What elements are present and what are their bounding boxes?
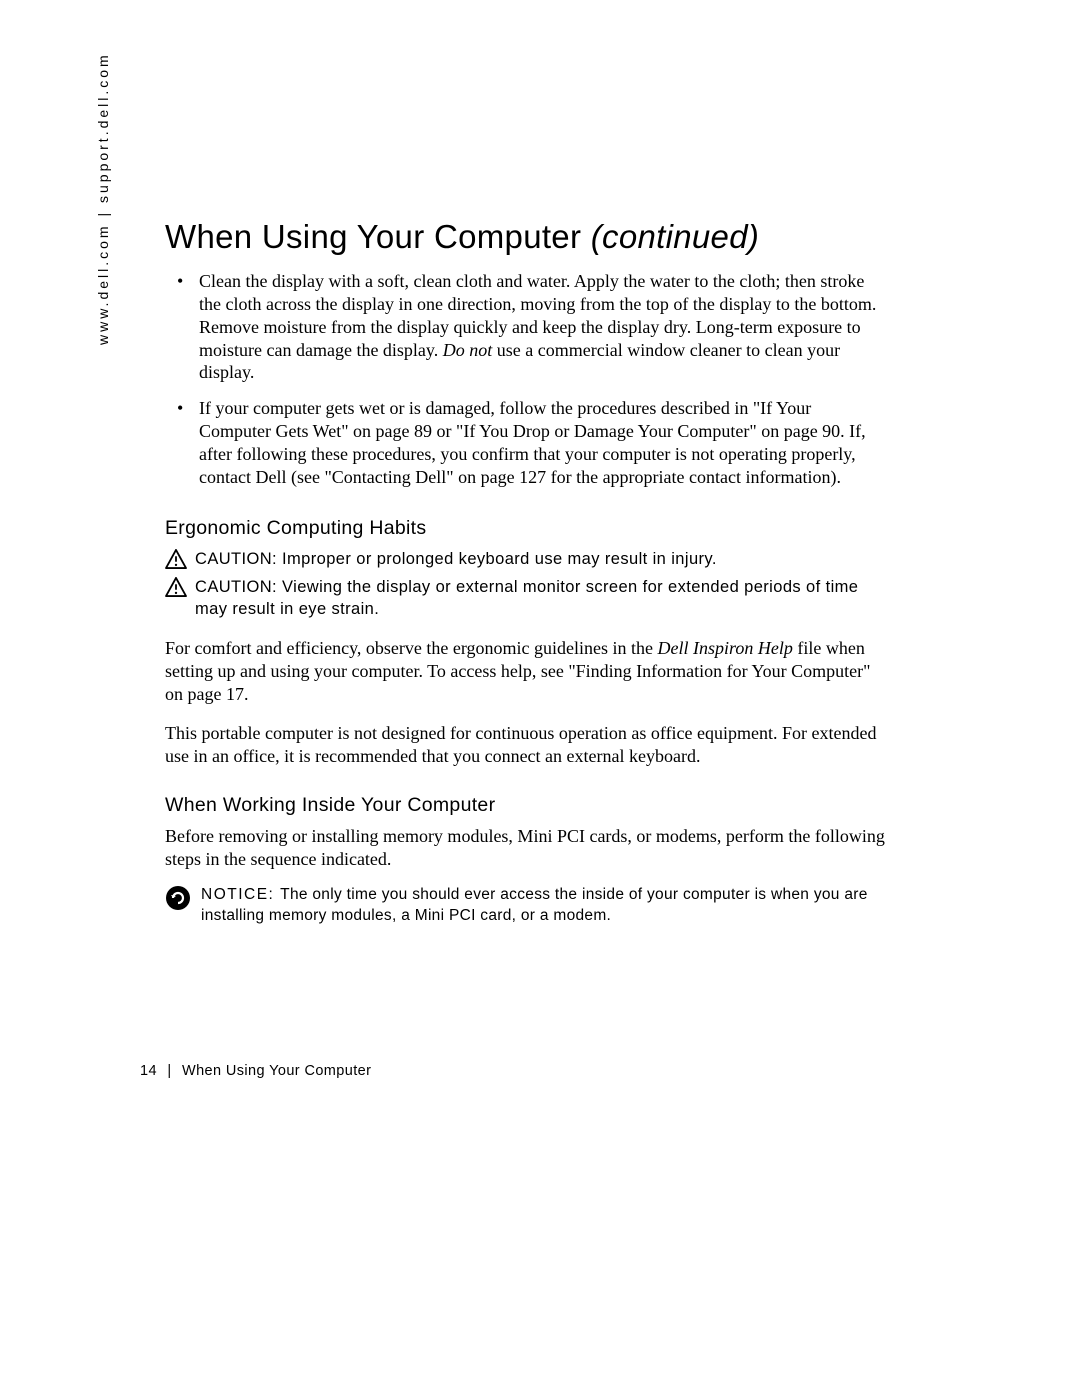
caution-text: CAUTION: Viewing the display or external… [195,576,885,621]
caution-text: CAUTION: Improper or prolonged keyboard … [195,548,717,570]
sidebar-url: www.dell.com | support.dell.com [95,52,111,345]
bullet-list: Clean the display with a soft, clean clo… [165,270,885,489]
caution-label: CAUTION: [195,578,282,596]
list-item: Clean the display with a soft, clean clo… [199,270,885,384]
notice-circle-arrow-icon [165,885,191,911]
para-text: For comfort and efficiency, observe the … [165,638,658,658]
title-main: When Using Your Computer [165,218,591,255]
bullet-emph: Do not [443,340,493,360]
page-content: When Using Your Computer (continued) Cle… [165,218,885,927]
caution-body: Viewing the display or external monitor … [195,578,858,618]
caution-triangle-icon [165,549,187,569]
notice-label: NOTICE: [201,886,280,903]
body-paragraph: For comfort and efficiency, observe the … [165,637,885,706]
section-heading-ergonomic: Ergonomic Computing Habits [165,517,885,540]
caution-body: Improper or prolonged keyboard use may r… [282,550,717,568]
caution-row: CAUTION: Improper or prolonged keyboard … [165,548,885,570]
notice-text: NOTICE: The only time you should ever ac… [201,885,885,927]
notice-body: The only time you should ever access the… [201,886,868,924]
body-paragraph: Before removing or installing memory mod… [165,825,885,871]
bullet-text: If your computer gets wet or is damaged,… [199,398,866,487]
section-heading-inside: When Working Inside Your Computer [165,794,885,817]
footer-section-name: When Using Your Computer [182,1063,371,1079]
page-title: When Using Your Computer (continued) [165,218,885,256]
footer-separator: | [167,1063,171,1079]
caution-triangle-icon [165,577,187,597]
page-footer: 14 | When Using Your Computer [140,1063,371,1079]
para-emph: Dell Inspiron Help [658,638,793,658]
list-item: If your computer gets wet or is damaged,… [199,397,885,488]
notice-row: NOTICE: The only time you should ever ac… [165,885,885,927]
title-continued: (continued) [591,218,759,255]
caution-row: CAUTION: Viewing the display or external… [165,576,885,621]
page-number: 14 [140,1063,157,1079]
body-paragraph: This portable computer is not designed f… [165,722,885,768]
caution-label: CAUTION: [195,550,282,568]
